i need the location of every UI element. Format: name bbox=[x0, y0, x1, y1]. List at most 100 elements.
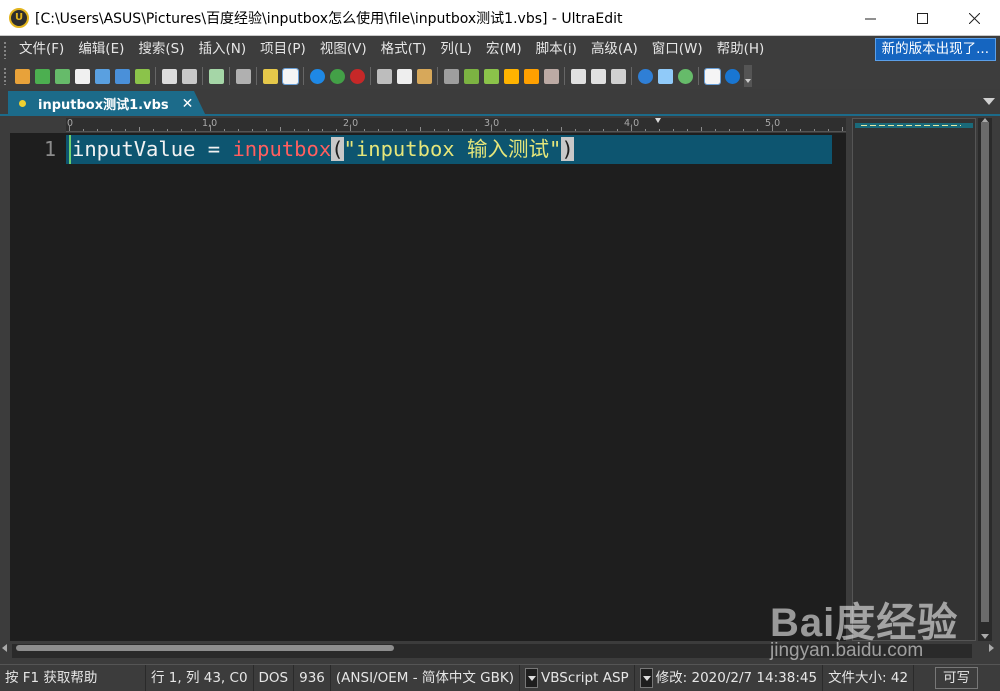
tab-close-icon[interactable]: ✕ bbox=[182, 96, 194, 112]
status-position[interactable]: 行 1, 列 43, C0 bbox=[146, 664, 254, 691]
status-modified-dropdown[interactable]: 修改: 2020/2/7 14:38:45 bbox=[635, 664, 824, 691]
ruler-tick bbox=[392, 129, 394, 131]
refresh-icon[interactable] bbox=[677, 68, 693, 84]
help-icon[interactable] bbox=[724, 68, 740, 84]
ftp-icon[interactable] bbox=[349, 68, 365, 84]
minimap-scrollbar[interactable] bbox=[978, 118, 992, 641]
print-icon[interactable] bbox=[161, 68, 177, 84]
menu-search[interactable]: 搜索(S) bbox=[131, 36, 191, 63]
scroll-left-icon[interactable] bbox=[2, 644, 7, 652]
editor-vertical-scrollbar[interactable] bbox=[832, 133, 846, 641]
maximize-button[interactable] bbox=[896, 0, 948, 36]
print-preview-icon[interactable] bbox=[181, 68, 197, 84]
back-icon[interactable] bbox=[34, 68, 50, 84]
compare-icon[interactable] bbox=[329, 68, 345, 84]
menu-project[interactable]: 项目(P) bbox=[253, 36, 313, 63]
menu-view[interactable]: 视图(V) bbox=[313, 36, 374, 63]
ruler-tick bbox=[167, 129, 169, 131]
toolbar-grip-icon[interactable] bbox=[3, 67, 7, 85]
open-folder-icon[interactable] bbox=[114, 68, 130, 84]
replace-icon[interactable] bbox=[483, 68, 499, 84]
ruler-tick bbox=[841, 127, 843, 131]
code-editor[interactable]: inputValue = inputbox("inputbox 输入测试") bbox=[66, 133, 846, 641]
new-icon[interactable] bbox=[74, 68, 90, 84]
close-button[interactable] bbox=[948, 0, 1000, 36]
ruler-cursor-marker bbox=[655, 118, 661, 123]
screenshot-icon[interactable] bbox=[657, 68, 673, 84]
menu-script[interactable]: 脚本(i) bbox=[529, 36, 584, 63]
ruler-tick bbox=[574, 129, 576, 131]
forward-icon[interactable] bbox=[54, 68, 70, 84]
find-files-icon[interactable] bbox=[235, 68, 251, 84]
macro-icon[interactable] bbox=[543, 68, 559, 84]
ruler-tick bbox=[448, 129, 450, 131]
ruler-tick bbox=[364, 129, 366, 131]
tab-bar: inputbox测试1.vbs ✕ bbox=[0, 89, 1000, 116]
menu-advanced[interactable]: 高级(A) bbox=[584, 36, 645, 63]
ultraedit-app-icon[interactable]: U bbox=[9, 7, 29, 28]
bookmark-icon[interactable] bbox=[503, 68, 519, 84]
list-icon[interactable] bbox=[703, 67, 721, 85]
split-vertical-icon[interactable] bbox=[590, 68, 606, 84]
menu-edit[interactable]: 编辑(E) bbox=[71, 36, 131, 63]
scroll-thumb[interactable] bbox=[981, 122, 989, 622]
ruler-tick bbox=[785, 129, 787, 131]
find-icon[interactable] bbox=[443, 68, 459, 84]
minimap-line bbox=[855, 123, 973, 128]
ruler-tick bbox=[307, 129, 309, 131]
scroll-down-icon[interactable] bbox=[981, 634, 989, 639]
ruler-tick bbox=[546, 129, 548, 131]
paste-icon[interactable] bbox=[416, 68, 432, 84]
chevron-down-icon[interactable] bbox=[639, 668, 653, 688]
browser-icon[interactable] bbox=[637, 68, 653, 84]
scroll-right-icon[interactable] bbox=[989, 644, 994, 652]
status-modified: 修改: 2020/2/7 14:38:45 bbox=[655, 669, 818, 686]
status-writable[interactable]: 可写 bbox=[935, 667, 978, 689]
ruler-tick bbox=[673, 129, 675, 131]
copy-icon[interactable] bbox=[396, 68, 412, 84]
new-file-icon[interactable] bbox=[14, 68, 30, 84]
menu-grip-icon[interactable] bbox=[3, 40, 7, 59]
spell-check-icon[interactable] bbox=[309, 68, 325, 84]
save-icon[interactable] bbox=[134, 68, 150, 84]
menu-insert[interactable]: 插入(N) bbox=[192, 36, 254, 63]
menu-macro[interactable]: 宏(M) bbox=[479, 36, 529, 63]
chevron-down-icon[interactable] bbox=[525, 668, 538, 688]
horizontal-scrollbar[interactable] bbox=[0, 641, 1000, 661]
menu-help[interactable]: 帮助(H) bbox=[710, 36, 772, 63]
ruler-tick bbox=[420, 127, 422, 131]
column-mode-icon[interactable] bbox=[262, 68, 278, 84]
properties-icon[interactable] bbox=[208, 68, 224, 84]
status-line-ending[interactable]: DOS bbox=[254, 664, 295, 691]
status-codepage[interactable]: 936 bbox=[294, 664, 331, 691]
status-syntax-dropdown[interactable]: VBScript ASP bbox=[520, 664, 635, 691]
menu-column[interactable]: 列(L) bbox=[433, 36, 479, 63]
toolbar-separator bbox=[202, 67, 203, 85]
menu-bar: 文件(F) 编辑(E) 搜索(S) 插入(N) 项目(P) 视图(V) 格式(T… bbox=[0, 36, 1000, 63]
open-icon[interactable] bbox=[94, 68, 110, 84]
word-wrap-icon[interactable] bbox=[281, 67, 299, 85]
menu-file[interactable]: 文件(F) bbox=[12, 36, 71, 63]
toolbar-overflow-icon[interactable] bbox=[744, 65, 752, 87]
minimize-button[interactable] bbox=[844, 0, 896, 36]
find-next-icon[interactable] bbox=[463, 68, 479, 84]
status-encoding[interactable]: (ANSI/OEM - 简体中文 GBK) bbox=[331, 664, 520, 691]
ruler-tick bbox=[434, 129, 436, 131]
menu-window[interactable]: 窗口(W) bbox=[645, 36, 710, 63]
menu-format[interactable]: 格式(T) bbox=[374, 36, 434, 63]
horizontal-scroll-thumb[interactable] bbox=[16, 645, 394, 651]
tab-list-dropdown-icon[interactable] bbox=[983, 98, 995, 105]
tab-inputbox-test[interactable]: inputbox测试1.vbs ✕ bbox=[8, 91, 206, 116]
cut-icon[interactable] bbox=[376, 68, 392, 84]
toolbar-separator bbox=[698, 67, 699, 85]
new-version-button[interactable]: 新的版本出现了... bbox=[874, 38, 996, 61]
modified-dot-icon bbox=[19, 100, 26, 107]
split-horizontal-icon[interactable] bbox=[570, 68, 586, 84]
ruler-tick bbox=[335, 129, 337, 131]
ruler-tick bbox=[729, 129, 731, 131]
code-line[interactable]: inputValue = inputbox("inputbox 输入测试") bbox=[69, 135, 574, 164]
minimap[interactable] bbox=[852, 118, 976, 641]
cascade-icon[interactable] bbox=[610, 68, 626, 84]
ruler-tick bbox=[321, 129, 323, 131]
toggle-bookmark-icon[interactable] bbox=[523, 68, 539, 84]
